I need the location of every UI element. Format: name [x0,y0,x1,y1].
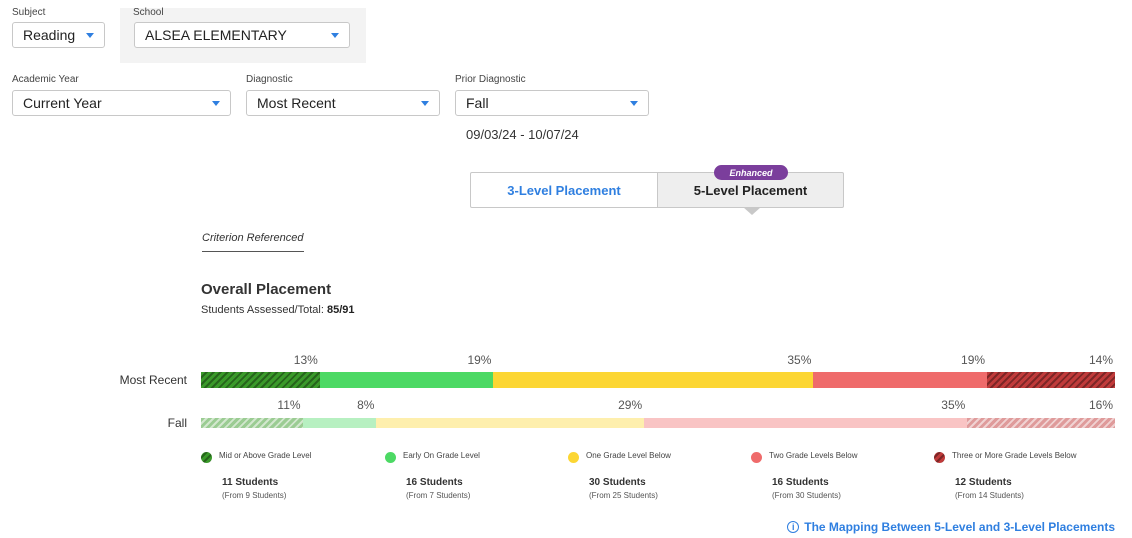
legend-count: 16 Students [406,477,463,488]
legend-swatch-icon [385,452,396,463]
data-label-fall: 11% [277,398,301,412]
school-value: ALSEA ELEMENTARY [145,27,287,43]
diagnostic-label: Diagnostic [246,74,293,85]
students-assessed-value: 85/91 [326,304,355,316]
legend-count: 11 Students [222,477,279,488]
legend-from: (From 9 Students) [222,491,287,500]
data-label-fall: 29% [618,398,643,412]
legend-count: 16 Students [772,477,829,488]
legend-from: (From 30 Students) [772,491,841,500]
mapping-link-label: The Mapping Between 5-Level and 3-Level … [804,520,1115,534]
subject-label: Subject [12,7,46,18]
school-label: School [133,7,164,18]
data-label-most-recent: 14% [1088,353,1113,367]
diagnostic-select[interactable]: Most Recent [246,90,440,116]
legend-label: Mid or Above Grade Level [219,451,312,460]
legend-swatch-icon [201,452,212,463]
most-recent-bar [201,372,1115,388]
bar-segment-most-recent-three-or-more-below [987,372,1115,388]
legend-swatch-icon [751,452,762,463]
legend-count: 12 Students [955,477,1012,488]
diagnostic-value: Most Recent [257,95,336,111]
info-icon: i [787,521,800,533]
legend-from: (From 14 Students) [955,491,1024,500]
legend-swatch-icon [934,452,945,463]
bar-segment-fall-one-below [376,418,645,428]
academic-year-select[interactable]: Current Year [12,90,231,116]
mapping-link[interactable]: i The Mapping Between 5-Level and 3-Leve… [787,520,1115,534]
chevron-down-icon [86,32,94,38]
subject-select[interactable]: Reading [12,22,105,48]
bar-segment-fall-early-on [302,418,377,428]
bar-segment-most-recent-one-below [493,372,814,388]
academic-year-label: Academic Year [12,74,79,85]
bar-segment-most-recent-early-on [319,372,494,388]
legend-label: Early On Grade Level [403,451,480,460]
three-level-placement-tab[interactable]: 3-Level Placement [470,172,658,208]
overall-placement-title: Overall Placement [201,281,332,298]
legend-label: Three or More Grade Levels Below [952,451,1077,460]
bar-segment-fall-two-below [644,418,968,428]
data-label-most-recent: 19% [467,353,492,367]
chevron-down-icon [212,100,220,106]
enhanced-badge: Enhanced [714,165,788,180]
prior-diagnostic-value: Fall [466,95,489,111]
bar-segment-fall-mid-or-above [201,418,303,428]
legend-swatch-icon [568,452,579,463]
data-label-fall: 35% [941,398,966,412]
academic-year-value: Current Year [23,95,102,111]
school-select[interactable]: ALSEA ELEMENTARY [134,22,350,48]
fall-bar [201,418,1115,428]
criterion-referenced-tab[interactable]: Criterion Referenced [202,232,304,252]
legend-from: (From 7 Students) [406,491,471,500]
subject-value: Reading [23,27,76,43]
bar-segment-most-recent-two-below [813,372,988,388]
chevron-down-icon [630,100,638,106]
legend-count: 30 Students [589,477,646,488]
legend-label: Two Grade Levels Below [769,451,858,460]
bar-segment-fall-three-or-more-below [967,418,1115,428]
row-label-fall: Fall [167,416,187,430]
data-label-fall: 16% [1088,398,1113,412]
prior-diagnostic-date-range: 09/03/24 - 10/07/24 [466,127,579,142]
bar-segment-most-recent-mid-or-above [201,372,320,388]
data-label-fall: 8% [357,398,375,412]
legend-label: One Grade Level Below [586,451,671,460]
legend-from: (From 25 Students) [589,491,658,500]
students-assessed: Students Assessed/Total: 85/91 [201,304,355,316]
data-label-most-recent: 35% [787,353,812,367]
active-tab-pointer [743,207,761,215]
chevron-down-icon [421,100,429,106]
students-assessed-label: Students Assessed/Total: [201,304,324,316]
prior-diagnostic-select[interactable]: Fall [455,90,649,116]
chevron-down-icon [331,32,339,38]
row-label-most-recent: Most Recent [119,373,187,387]
data-label-most-recent: 13% [293,353,318,367]
data-label-most-recent: 19% [961,353,986,367]
prior-diagnostic-label: Prior Diagnostic [455,74,526,85]
